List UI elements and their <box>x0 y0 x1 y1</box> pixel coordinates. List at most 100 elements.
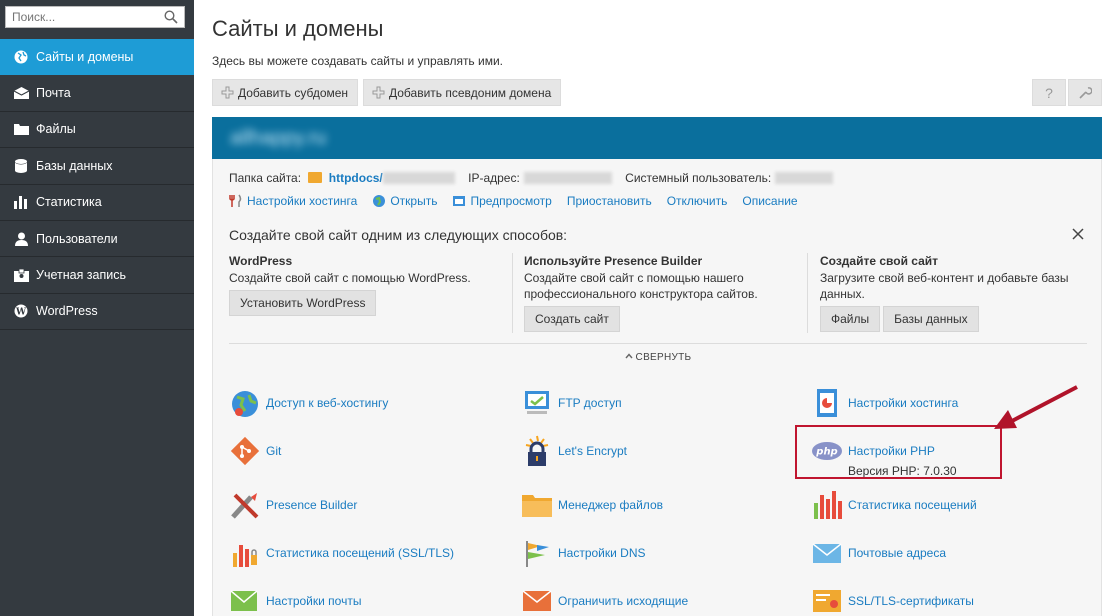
mail-settings-icon <box>230 590 258 611</box>
collapse-label: СВЕРНУТЬ <box>635 352 692 363</box>
sidebar-item-label: Базы данных <box>36 158 113 173</box>
suspend-link[interactable]: Приостановить <box>567 194 652 208</box>
id-card-icon <box>13 267 29 283</box>
search-icon[interactable] <box>164 10 178 24</box>
envelope-icon <box>13 85 29 101</box>
hosting-settings-link[interactable]: Настройки хостинга <box>229 194 357 208</box>
tool-lets-encrypt[interactable]: Let's Encrypt <box>521 435 627 467</box>
ftp-icon <box>525 391 549 414</box>
search-box[interactable] <box>5 6 185 28</box>
folder-label: Папка сайта: <box>229 171 302 185</box>
plus-icon <box>372 86 385 99</box>
preview-link[interactable]: Предпросмотр <box>452 194 552 208</box>
wordpress-icon: W <box>13 303 29 319</box>
tool-limit-outgoing[interactable]: Ограничить исходящие <box>521 585 688 616</box>
description-link[interactable]: Описание <box>742 194 797 208</box>
sidebar-nav: Сайты и домены Почта Файлы Базы данных С… <box>0 39 194 331</box>
help-button[interactable]: ? <box>1032 79 1066 106</box>
annotation-highlight-box <box>795 425 1002 479</box>
sidebar-item-label: Статистика <box>36 195 102 210</box>
tool-label: Настройки DNS <box>558 546 646 560</box>
close-icon[interactable] <box>1071 227 1085 241</box>
tool-label: Почтовые адреса <box>848 546 947 560</box>
create-site-title: Создайте свой сайт одним из следующих сп… <box>229 227 568 243</box>
sidebar-item-databases[interactable]: Базы данных <box>0 148 194 185</box>
tool-ftp-access[interactable]: FTP доступ <box>521 387 622 419</box>
sidebar-item-label: Пользователи <box>36 231 118 246</box>
tool-label: Настройки почты <box>266 594 362 608</box>
bar-chart-icon <box>13 194 29 210</box>
ip-label: IP-адрес: <box>468 171 520 185</box>
tool-git[interactable]: Git <box>229 435 281 467</box>
column-text: Создайте свой сайт с помощью WordPress. <box>229 271 471 285</box>
add-subdomain-label: Добавить субдомен <box>238 85 349 100</box>
lets-encrypt-icon <box>525 435 549 466</box>
tool-visit-stats[interactable]: Статистика посещений <box>811 489 977 521</box>
git-icon <box>230 436 260 466</box>
sidebar-item-wordpress[interactable]: W WordPress <box>0 294 194 331</box>
tool-ssl-certificates[interactable]: SSL/TLS-сертификаты <box>811 585 974 616</box>
column-divider <box>807 253 808 333</box>
column-title: WordPress <box>229 254 293 268</box>
install-wordpress-button[interactable]: Установить WordPress <box>229 290 377 316</box>
folder-icon <box>308 172 323 183</box>
column-title: Создайте свой сайт <box>820 254 939 268</box>
tool-mail-addresses[interactable]: Почтовые адреса <box>811 537 946 569</box>
domain-info-row: Папка сайта: httpdocs/ IP-адрес: Системн… <box>229 171 834 185</box>
globe-key-icon <box>232 391 258 417</box>
sidebar-item-label: WordPress <box>36 304 98 319</box>
folder-icon <box>13 121 29 137</box>
tool-label: Менеджер файлов <box>558 498 663 512</box>
databases-button[interactable]: Базы данных <box>883 306 979 332</box>
tool-label: Git <box>266 444 282 458</box>
sidebar-item-account[interactable]: Учетная запись <box>0 257 194 294</box>
ip-redacted <box>523 172 612 184</box>
tool-presence-builder[interactable]: Presence Builder <box>229 489 357 521</box>
hosting-settings-label: Настройки хостинга <box>247 194 358 208</box>
add-alias-button[interactable]: Добавить псевдоним домена <box>363 79 562 106</box>
tool-dns-settings[interactable]: Настройки DNS <box>521 537 646 569</box>
search-input[interactable] <box>6 7 156 27</box>
mail-addresses-icon <box>812 543 842 563</box>
folder-path-redacted <box>382 172 455 184</box>
tool-label: Доступ к веб-хостингу <box>266 396 389 410</box>
plus-icon <box>221 86 234 99</box>
tool-file-manager[interactable]: Менеджер файлов <box>521 489 663 521</box>
tool-label: Ограничить исходящие <box>558 594 689 608</box>
create-column-wordpress: WordPress Создайте свой сайт с помощью W… <box>229 254 509 316</box>
tool-label: Статистика посещений (SSL/TLS) <box>266 546 454 560</box>
create-column-presence-builder: Используйте Presence Builder Создайте св… <box>524 254 804 332</box>
create-site-button[interactable]: Создать сайт <box>524 306 620 332</box>
globe-arrow-icon <box>373 195 386 207</box>
tool-hosting-settings[interactable]: Настройки хостинга <box>811 387 958 419</box>
sidebar-item-mail[interactable]: Почта <box>0 75 194 112</box>
domain-actions: Настройки хостинга Открыть Предпросмотр … <box>229 194 813 208</box>
sysuser-redacted <box>775 172 834 184</box>
tool-label: Статистика посещений <box>848 498 977 512</box>
collapse-toggle[interactable]: СВЕРНУТЬ <box>213 352 1103 363</box>
section-divider <box>229 343 1087 344</box>
tool-ssl-visit-stats[interactable]: Статистика посещений (SSL/TLS) <box>229 537 454 569</box>
files-button[interactable]: Файлы <box>820 306 881 332</box>
sidebar-item-sites-domains[interactable]: Сайты и домены <box>0 39 194 76</box>
folder-link[interactable]: httpdocs/ <box>329 171 383 185</box>
database-icon <box>13 158 29 174</box>
sidebar-item-statistics[interactable]: Статистика <box>0 185 194 221</box>
domain-name[interactable]: allhappy.ru <box>230 127 326 150</box>
add-subdomain-button[interactable]: Добавить субдомен <box>212 79 359 106</box>
disable-link[interactable]: Отключить <box>667 194 728 208</box>
settings-button[interactable] <box>1068 79 1102 106</box>
globe-icon <box>13 49 29 65</box>
sidebar-item-label: Файлы <box>36 122 76 137</box>
sidebar-item-files[interactable]: Файлы <box>0 112 194 149</box>
tool-web-hosting-access[interactable]: Доступ к веб-хостингу <box>229 387 388 419</box>
help-icon: ? <box>1045 84 1053 101</box>
open-link[interactable]: Открыть <box>372 194 437 208</box>
sidebar-item-users[interactable]: Пользователи <box>0 221 194 258</box>
tool-mail-settings[interactable]: Настройки почты <box>229 585 361 616</box>
svg-text:W: W <box>15 308 27 318</box>
certificate-icon <box>813 590 841 612</box>
tool-label: Let's Encrypt <box>558 444 627 458</box>
tool-label: Presence Builder <box>266 498 358 512</box>
presence-builder-icon <box>231 493 259 519</box>
